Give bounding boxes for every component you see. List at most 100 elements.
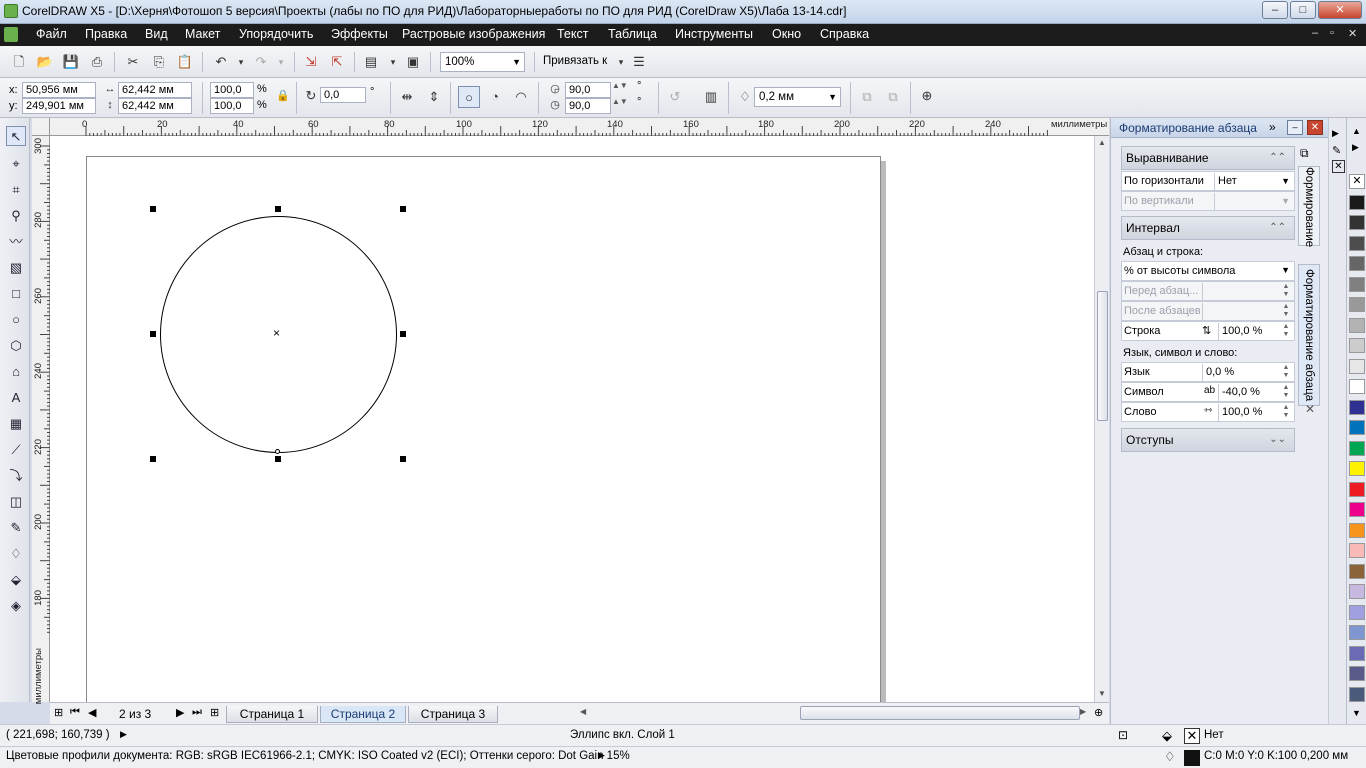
tab-shaping[interactable]: Формирование [1298, 166, 1320, 247]
import-icon[interactable]: ⇲ [302, 53, 320, 71]
shape-tool-icon[interactable]: ⌖ [6, 154, 26, 174]
menu-help[interactable]: Справка [820, 27, 869, 41]
open-icon[interactable]: 📂 [36, 53, 54, 71]
snap-to-dropdown[interactable]: Привязать к [543, 55, 607, 67]
menu-effects[interactable]: Эффекты [331, 27, 388, 41]
width-field[interactable]: 62,442 мм [118, 82, 192, 98]
x-position-field[interactable]: 50,956 мм [22, 82, 96, 98]
docker-collapse-icon[interactable]: » [1269, 120, 1276, 134]
selection-handle[interactable] [150, 456, 156, 462]
add-page-before-icon[interactable]: ⊞ [54, 706, 63, 719]
pick-tool-icon[interactable]: ↖ [6, 126, 26, 146]
dimension-tool-icon[interactable]: ⟋ [6, 440, 26, 460]
redo-icon[interactable]: ↷ [252, 53, 270, 71]
doc-close-button[interactable]: ✕ [1348, 27, 1357, 40]
start-angle-field[interactable]: 90,0 [565, 82, 611, 98]
doc-restore-button[interactable]: ▫ [1330, 27, 1334, 39]
first-page-icon[interactable]: ⏮ [70, 706, 80, 719]
outline-tool-icon[interactable]: ♢ [6, 544, 26, 564]
end-angle-field[interactable]: 90,0 [565, 98, 611, 114]
to-front-icon[interactable]: ⧉ [858, 88, 876, 106]
text-tool-icon[interactable]: A [6, 388, 26, 408]
color-swatch[interactable] [1349, 625, 1365, 640]
polygon-tool-icon[interactable]: ⬡ [6, 336, 26, 356]
color-swatch[interactable] [1349, 194, 1365, 210]
palette-scroll-down-icon[interactable]: ▼ [1352, 708, 1361, 718]
docker-minimize-button[interactable]: – [1287, 120, 1303, 135]
color-swatch[interactable] [1349, 543, 1365, 558]
menu-file[interactable]: Файл [36, 27, 67, 41]
scroll-down-icon[interactable]: ▼ [1098, 689, 1106, 698]
close-tab-icon[interactable]: ✕ [1305, 402, 1315, 416]
scroll-up-icon[interactable]: ▲ [1098, 138, 1106, 147]
eyedropper-tool-icon[interactable]: ✎ [6, 518, 26, 538]
options-icon[interactable]: ☰ [630, 53, 648, 71]
spacing-mode-select[interactable]: % от высоты символа ▼ [1121, 261, 1295, 281]
arc-mode-icon[interactable]: ◠ [512, 88, 530, 106]
color-swatch[interactable] [1349, 440, 1365, 456]
copy-icon[interactable]: ⎘ [150, 53, 168, 71]
coords-arrow-icon[interactable]: ▶ [120, 729, 127, 740]
no-color-icon[interactable]: ✕ [1332, 160, 1345, 173]
outline-width-combo[interactable]: 0,2 мм ▼ [754, 87, 841, 107]
lock-ratio-icon[interactable]: 🔒 [274, 87, 292, 105]
color-swatch[interactable] [1349, 686, 1365, 702]
menu-window[interactable]: Окно [772, 27, 801, 41]
line-spacing-spinner[interactable]: ▲ ▼ [1280, 323, 1292, 340]
snap-dropdown-icon[interactable]: ▾ [612, 53, 630, 71]
table-tool-icon[interactable]: ▦ [6, 414, 26, 434]
new-document-icon[interactable]: 🗋 [10, 53, 28, 71]
outline-color-swatch[interactable] [1184, 750, 1200, 766]
before-paragraph-spinner[interactable]: ▲ ▼ [1280, 283, 1292, 300]
color-proof-icon[interactable]: ⊡ [1118, 728, 1128, 742]
color-swatch[interactable] [1349, 338, 1365, 353]
navigator-icon[interactable]: ⊕ [1094, 706, 1103, 719]
selection-handle[interactable] [275, 206, 281, 212]
doc-minimize-button[interactable]: – [1312, 27, 1318, 39]
color-swatch[interactable] [1349, 563, 1365, 579]
character-spacing-spinner[interactable]: ▲ ▼ [1280, 384, 1292, 401]
color-swatch[interactable] [1349, 297, 1365, 312]
launcher-dropdown-icon[interactable]: ▾ [384, 53, 402, 71]
y-position-field[interactable]: 249,901 мм [22, 98, 96, 114]
add-page-after-icon[interactable]: ⊞ [210, 706, 219, 719]
vertical-scrollbar[interactable]: ▲ ▼ [1094, 136, 1109, 702]
pie-mode-icon[interactable]: ◔ [486, 88, 504, 106]
mirror-vertical-icon[interactable]: ⇕ [425, 88, 443, 106]
before-paragraph-field[interactable] [1202, 283, 1280, 300]
menu-bitmaps[interactable]: Растровые изображения [402, 27, 545, 41]
selection-handle[interactable] [150, 206, 156, 212]
word-spacing-field[interactable]: 100,0 % [1218, 404, 1280, 421]
selection-handle[interactable] [275, 456, 281, 462]
zoom-level-combo[interactable]: 100% ▼ [440, 52, 525, 72]
undo-dropdown-icon[interactable]: ▾ [232, 53, 250, 71]
horizontal-scroll-thumb[interactable] [800, 706, 1080, 720]
color-swatch[interactable] [1349, 461, 1365, 476]
color-swatch[interactable]: ✕ [1349, 174, 1365, 189]
profiles-arrow-icon[interactable]: ▶ [598, 750, 605, 761]
language-spacing-field[interactable]: 0,0 % [1202, 364, 1280, 381]
last-page-icon[interactable]: ⏭ [192, 706, 202, 719]
smart-fill-icon[interactable]: ▧ [6, 258, 26, 278]
color-swatch[interactable] [1349, 256, 1365, 271]
horizontal-alignment-select[interactable]: Нет ▼ [1214, 173, 1294, 190]
welcome-screen-icon[interactable]: ▣ [404, 53, 422, 71]
character-spacing-field[interactable]: -40,0 % [1218, 384, 1280, 401]
scale-x-field[interactable]: 100,0 [210, 82, 254, 98]
color-swatch[interactable] [1349, 317, 1365, 333]
freehand-tool-icon[interactable]: 〰 [6, 232, 26, 252]
selection-handle[interactable] [400, 456, 406, 462]
mirror-horizontal-icon[interactable]: ⇹ [398, 88, 416, 106]
menu-layout[interactable]: Макет [185, 27, 220, 41]
ruler-origin[interactable] [32, 118, 50, 136]
ellipse-mode-icon[interactable]: ○ [458, 86, 480, 108]
color-swatch[interactable] [1349, 215, 1365, 230]
tab-paragraph-formatting[interactable]: Форматирование абзаца [1298, 264, 1320, 406]
selection-handle[interactable] [400, 206, 406, 212]
start-angle-spinner[interactable]: ▲▼ [612, 81, 628, 90]
zoom-tool-icon[interactable]: ⚲ [6, 206, 26, 226]
scale-y-field[interactable]: 100,0 [210, 98, 254, 114]
docker-close-button[interactable]: ✕ [1307, 120, 1323, 135]
basic-shapes-icon[interactable]: ⌂ [6, 362, 26, 382]
color-swatch[interactable] [1349, 604, 1365, 620]
